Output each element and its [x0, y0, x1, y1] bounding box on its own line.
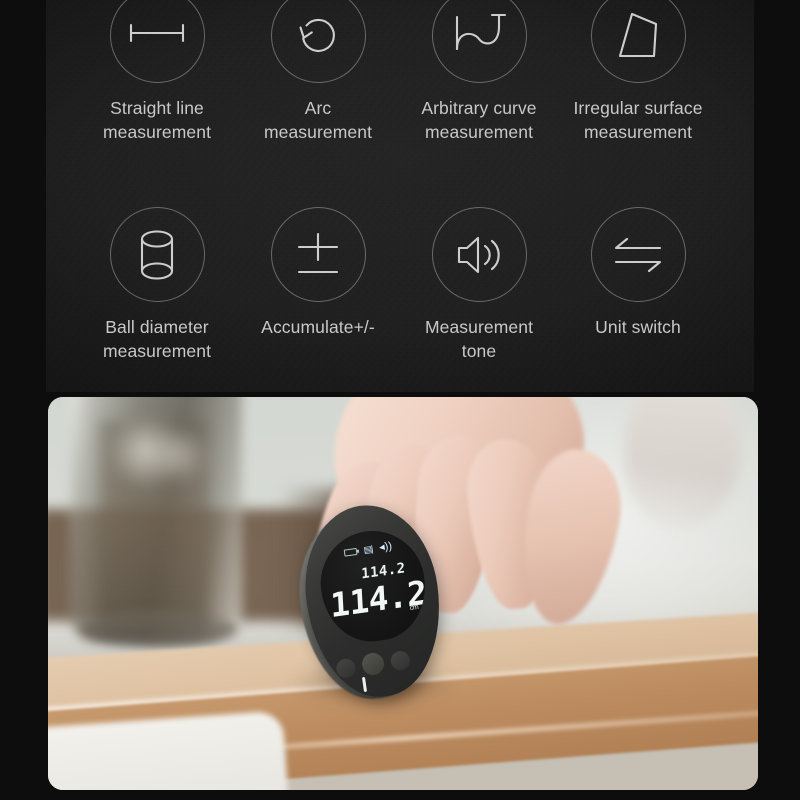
feature-measurement-tone[interactable]: Measurement tone [399, 207, 559, 363]
feature-label: Unit switch [595, 317, 681, 337]
feature-label: Measurement tone [424, 317, 534, 361]
feature-accumulate[interactable]: Accumulate+/- [238, 207, 398, 339]
feature-label: Irregular surface measurement [573, 98, 703, 142]
lcd-unit-label: cm [409, 603, 419, 613]
feature-irregular-surface-measurement[interactable]: Irregular surface measurement [558, 0, 718, 144]
arbitrary-curve-measure-icon [431, 0, 527, 83]
arc-measure-icon [270, 0, 366, 83]
feature-ball-diameter-measurement[interactable]: Ball diameter measurement [77, 207, 237, 363]
feature-straight-line-measurement[interactable]: Straight line measurement [77, 0, 237, 144]
measuring-device: ▤| ◂)) 114.2 114.2 cm [288, 496, 452, 708]
photo-jar-contents [100, 421, 208, 633]
feature-arbitrary-curve-measurement[interactable]: Arbitrary curve measurement [399, 0, 559, 144]
photo-jar-base [78, 611, 238, 647]
feature-grid: Straight line measurement Arc measuremen… [0, 0, 800, 392]
page-root: Straight line measurement Arc measuremen… [0, 0, 800, 800]
speaker-icon [431, 207, 527, 302]
panel-right-edge [754, 0, 800, 392]
feature-label: Accumulate+/- [261, 317, 375, 337]
feature-label: Ball diameter measurement [102, 317, 212, 361]
feature-label: Arc measurement [263, 98, 373, 142]
feature-label: Straight line measurement [102, 98, 212, 142]
plus-minus-icon [270, 207, 366, 302]
device-left-button[interactable] [335, 657, 357, 679]
ball-diameter-measure-icon [109, 207, 205, 302]
unit-switch-arrows-icon [590, 207, 686, 302]
feature-label: Arbitrary curve measurement [421, 98, 537, 142]
straight-line-measure-icon [109, 0, 205, 83]
feature-arc-measurement[interactable]: Arc measurement [238, 0, 398, 144]
device-right-button[interactable] [389, 649, 411, 671]
lcd-main-value: 114.2 [329, 572, 428, 626]
panel-left-edge [0, 0, 46, 392]
speaker-icon: ◂)) [378, 540, 393, 554]
device-center-button[interactable] [360, 651, 386, 677]
feature-unit-switch[interactable]: Unit switch [558, 207, 718, 339]
irregular-surface-measure-icon [590, 0, 686, 83]
laser-icon: ▤| [362, 543, 373, 555]
battery-icon [343, 547, 358, 557]
